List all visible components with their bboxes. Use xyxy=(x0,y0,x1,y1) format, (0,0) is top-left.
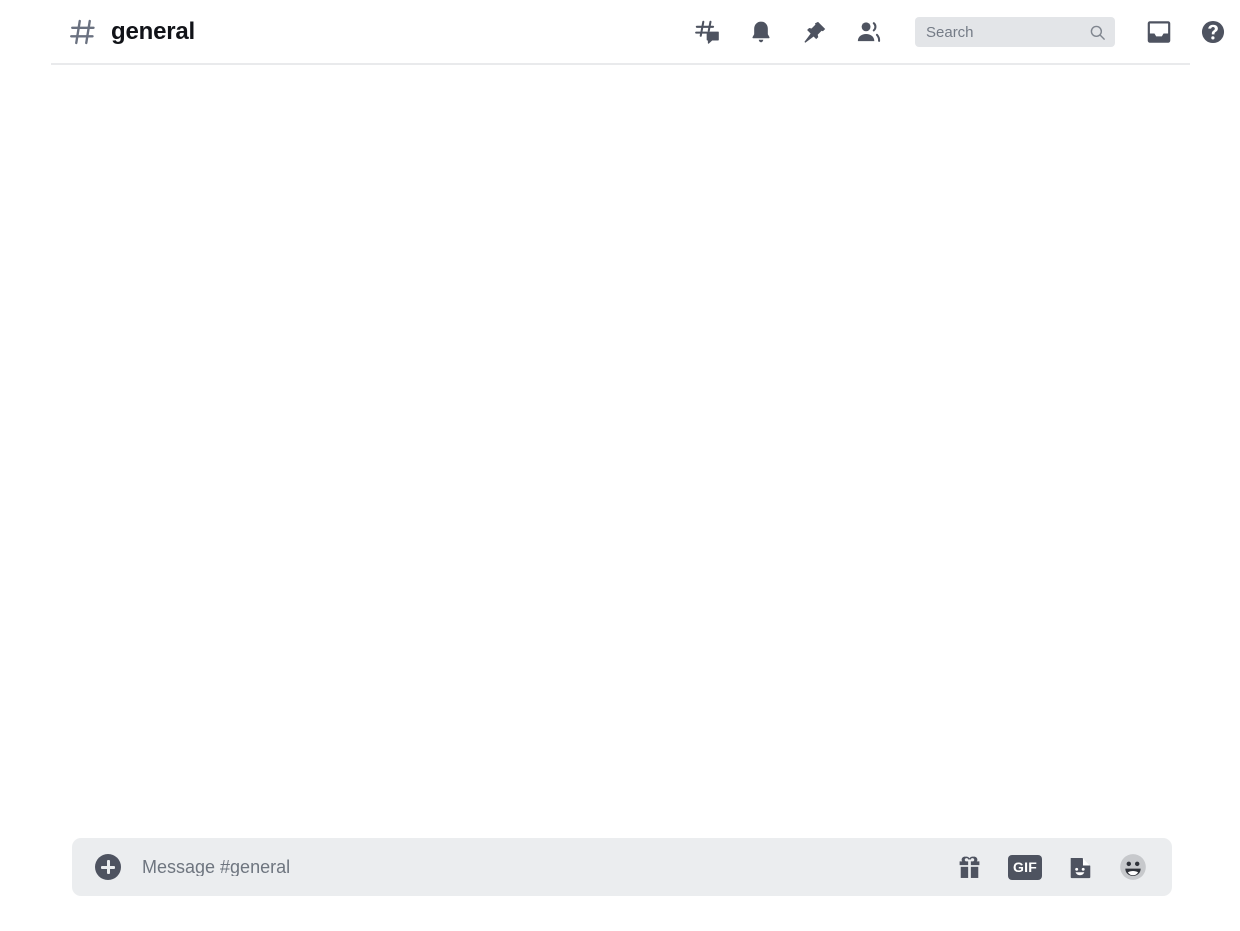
message-input[interactable]: Message #general xyxy=(142,858,956,876)
threads-button[interactable] xyxy=(680,0,734,64)
message-list xyxy=(51,66,1190,832)
search-icon xyxy=(1090,25,1105,40)
composer-actions: GIF xyxy=(956,853,1147,881)
inbox-button[interactable] xyxy=(1132,0,1186,64)
plus-circle-icon[interactable] xyxy=(95,854,121,880)
emoji-icon[interactable] xyxy=(1119,853,1147,881)
header-divider xyxy=(51,63,1190,65)
sticker-icon[interactable] xyxy=(1067,854,1094,881)
gif-icon[interactable]: GIF xyxy=(1008,854,1042,880)
page-title: general xyxy=(111,18,195,45)
hash-icon xyxy=(68,17,98,47)
search-input[interactable]: Search xyxy=(915,17,1115,47)
members-button[interactable] xyxy=(842,0,896,64)
search-placeholder: Search xyxy=(926,23,974,41)
channel-header: general Search xyxy=(0,0,1240,64)
gift-icon[interactable] xyxy=(956,854,983,881)
help-button[interactable] xyxy=(1186,0,1240,64)
message-composer[interactable]: Message #general GIF xyxy=(72,838,1172,896)
channel-header-actions: Search xyxy=(680,0,1240,64)
pinned-messages-button[interactable] xyxy=(788,0,842,64)
notification-bell-button[interactable] xyxy=(734,0,788,64)
channel-header-title-group: general xyxy=(68,17,195,47)
